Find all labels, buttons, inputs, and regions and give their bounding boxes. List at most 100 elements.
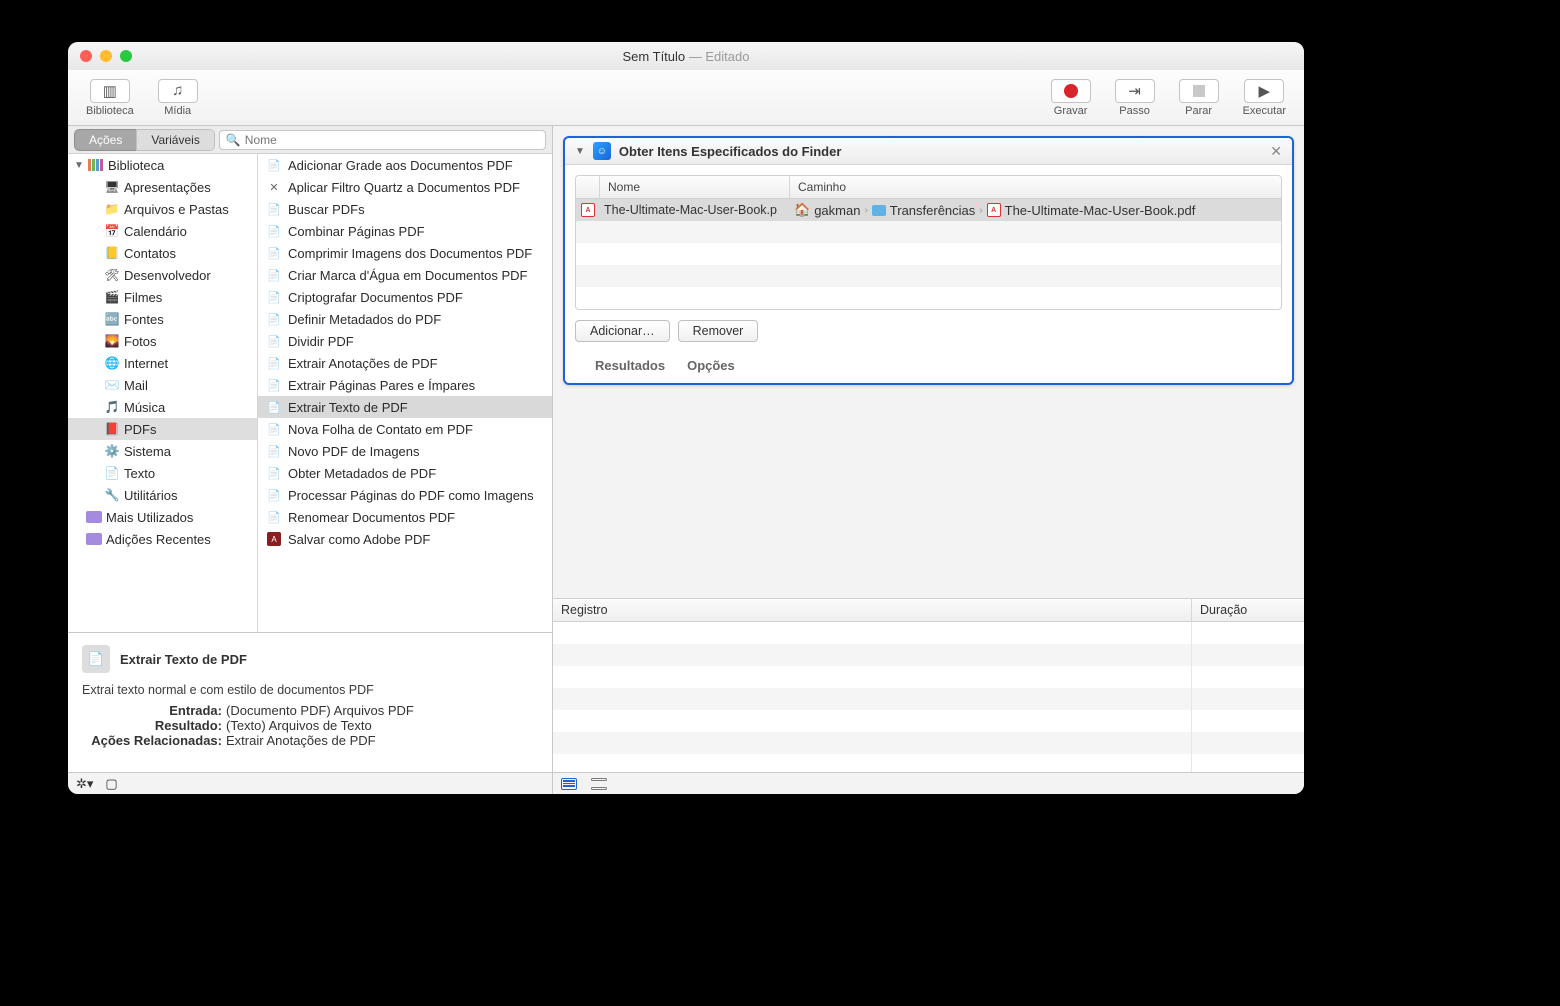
action-item[interactable]: 📄Definir Metadados do PDF — [258, 308, 552, 330]
library-item[interactable]: 🔤Fontes — [68, 308, 257, 330]
library-item[interactable]: 📁Arquivos e Pastas — [68, 198, 257, 220]
action-item[interactable]: 📄Comprimir Imagens dos Documentos PDF — [258, 242, 552, 264]
media-icon: ♫ — [158, 79, 198, 103]
finder-icon: ☺ — [593, 142, 611, 160]
stop-button[interactable]: Parar — [1171, 77, 1227, 119]
action-item[interactable]: 📄Criar Marca d'Água em Documentos PDF — [258, 264, 552, 286]
search-icon: 🔍 — [226, 133, 241, 147]
action-item[interactable]: 📄Obter Metadados de PDF — [258, 462, 552, 484]
search-field[interactable]: 🔍 — [219, 130, 546, 150]
action-item[interactable]: 📄Combinar Páginas PDF — [258, 220, 552, 242]
options-tab[interactable]: Opções — [687, 358, 735, 373]
action-item[interactable]: 📄Adicionar Grade aos Documentos PDF — [258, 154, 552, 176]
record-button[interactable]: Gravar — [1043, 77, 1099, 119]
workflow-action-card[interactable]: ▼ ☺ Obter Itens Especificados do Finder … — [563, 136, 1294, 385]
log-column-register[interactable]: Registro — [553, 599, 1192, 621]
library-item[interactable]: 🖥Apresentações — [68, 176, 257, 198]
column-header-path[interactable]: Caminho — [790, 176, 1281, 198]
run-button[interactable]: ▶ Executar — [1235, 77, 1294, 119]
desc-title: Extrair Texto de PDF — [120, 652, 247, 667]
step-icon: ⇥ — [1115, 79, 1155, 103]
action-item[interactable]: 📄Extrair Anotações de PDF — [258, 352, 552, 374]
action-item[interactable]: ✕Aplicar Filtro Quartz a Documentos PDF — [258, 176, 552, 198]
stop-icon — [1179, 79, 1219, 103]
file-path: 🏠gakman › Transferências › AThe-Ultimate… — [790, 202, 1281, 218]
view-mode-grid[interactable] — [591, 778, 607, 790]
action-item[interactable]: 📄Extrair Páginas Pares e Ímpares — [258, 374, 552, 396]
smart-folder[interactable]: Adições Recentes — [68, 528, 257, 550]
action-title: Obter Itens Especificados do Finder — [619, 144, 1262, 159]
titlebar: Sem Título — Editado — [68, 42, 1304, 70]
library-item[interactable]: ⚙️Sistema — [68, 440, 257, 462]
library-item[interactable]: 📕PDFs — [68, 418, 257, 440]
finder-items-table: Nome Caminho A The-Ultimate-Mac-User-Boo… — [575, 175, 1282, 310]
library-item[interactable]: 🎬Filmes — [68, 286, 257, 308]
view-mode-list[interactable] — [561, 778, 577, 790]
table-row[interactable]: A The-Ultimate-Mac-User-Book.p 🏠gakman ›… — [576, 199, 1281, 221]
sidebar-icon: ▥ — [90, 79, 130, 103]
library-item[interactable]: 🌄Fotos — [68, 330, 257, 352]
library-panel: Ações Variáveis 🔍 ▼Biblioteca🖥Apresentaç… — [68, 126, 553, 794]
disclosure-triangle[interactable]: ▼ — [575, 146, 585, 157]
library-item[interactable]: 📅Calendário — [68, 220, 257, 242]
window-title: Sem Título — Editado — [68, 49, 1304, 64]
tab-variables[interactable]: Variáveis — [136, 129, 214, 151]
pdf-icon: A — [987, 203, 1001, 217]
chevron-right-icon: › — [979, 205, 982, 216]
play-icon: ▶ — [1244, 79, 1284, 103]
library-categories[interactable]: ▼Biblioteca🖥Apresentações📁Arquivos e Pas… — [68, 154, 258, 632]
library-item[interactable]: 📄Texto — [68, 462, 257, 484]
search-input[interactable] — [245, 133, 539, 147]
step-button[interactable]: ⇥ Passo — [1107, 77, 1163, 119]
remove-button[interactable]: Remover — [678, 320, 759, 342]
library-tabs: Ações Variáveis — [74, 129, 215, 151]
home-icon: 🏠 — [794, 202, 810, 218]
add-button[interactable]: Adicionar… — [575, 320, 670, 342]
library-toggle-button[interactable]: ▥ Biblioteca — [78, 77, 142, 119]
action-item[interactable]: ASalvar como Adobe PDF — [258, 528, 552, 550]
gear-menu[interactable]: ✲▾ — [76, 776, 93, 792]
action-item[interactable]: 📄Processar Páginas do PDF como Imagens — [258, 484, 552, 506]
action-item[interactable]: 📄Nova Folha de Contato em PDF — [258, 418, 552, 440]
library-item[interactable]: 🛠Desenvolvedor — [68, 264, 257, 286]
library-item[interactable]: 🔧Utilitários — [68, 484, 257, 506]
library-item[interactable]: ✉️Mail — [68, 374, 257, 396]
remove-action-button[interactable]: ✕ — [1270, 143, 1282, 160]
actions-list[interactable]: 📄Adicionar Grade aos Documentos PDF✕Apli… — [258, 154, 552, 632]
library-item[interactable]: 🎵Música — [68, 396, 257, 418]
log-header: Registro Duração — [553, 598, 1304, 622]
record-icon — [1051, 79, 1091, 103]
desc-summary: Extrai texto normal e com estilo de docu… — [82, 683, 538, 697]
toolbar: ▥ Biblioteca ♫ Mídia Gravar ⇥ Passo Para… — [68, 70, 1304, 126]
library-item[interactable]: 📒Contatos — [68, 242, 257, 264]
chevron-right-icon: › — [864, 205, 867, 216]
preview-action-icon: 📄 — [82, 645, 110, 673]
action-item[interactable]: 📄Buscar PDFs — [258, 198, 552, 220]
log-column-duration[interactable]: Duração — [1192, 599, 1304, 621]
results-tab[interactable]: Resultados — [595, 358, 665, 373]
folder-icon — [872, 205, 886, 216]
action-item[interactable]: 📄Dividir PDF — [258, 330, 552, 352]
column-header-name[interactable]: Nome — [600, 176, 790, 198]
smart-folder[interactable]: Mais Utilizados — [68, 506, 257, 528]
automator-window: Sem Título — Editado ▥ Biblioteca ♫ Mídi… — [68, 42, 1304, 794]
log-body — [553, 622, 1304, 772]
file-name: The-Ultimate-Mac-User-Book.p — [600, 203, 790, 217]
inspector-toggle[interactable]: ▢ — [105, 776, 117, 792]
title-edited: — Editado — [689, 49, 750, 64]
right-status-bar — [553, 772, 1304, 794]
action-description: 📄 Extrair Texto de PDF Extrai texto norma… — [68, 632, 552, 772]
media-button[interactable]: ♫ Mídia — [150, 77, 206, 119]
left-status-bar: ✲▾ ▢ — [68, 772, 552, 794]
tab-actions[interactable]: Ações — [74, 129, 136, 151]
action-item[interactable]: 📄Extrair Texto de PDF — [258, 396, 552, 418]
workflow-panel: ▼ ☺ Obter Itens Especificados do Finder … — [553, 126, 1304, 794]
workflow-area[interactable]: ▼ ☺ Obter Itens Especificados do Finder … — [553, 126, 1304, 598]
library-root[interactable]: ▼Biblioteca — [68, 154, 257, 176]
action-item[interactable]: 📄Novo PDF de Imagens — [258, 440, 552, 462]
library-item[interactable]: 🌐Internet — [68, 352, 257, 374]
title-text: Sem Título — [623, 49, 686, 64]
action-item[interactable]: 📄Renomear Documentos PDF — [258, 506, 552, 528]
action-item[interactable]: 📄Criptografar Documentos PDF — [258, 286, 552, 308]
pdf-icon: A — [581, 203, 595, 217]
